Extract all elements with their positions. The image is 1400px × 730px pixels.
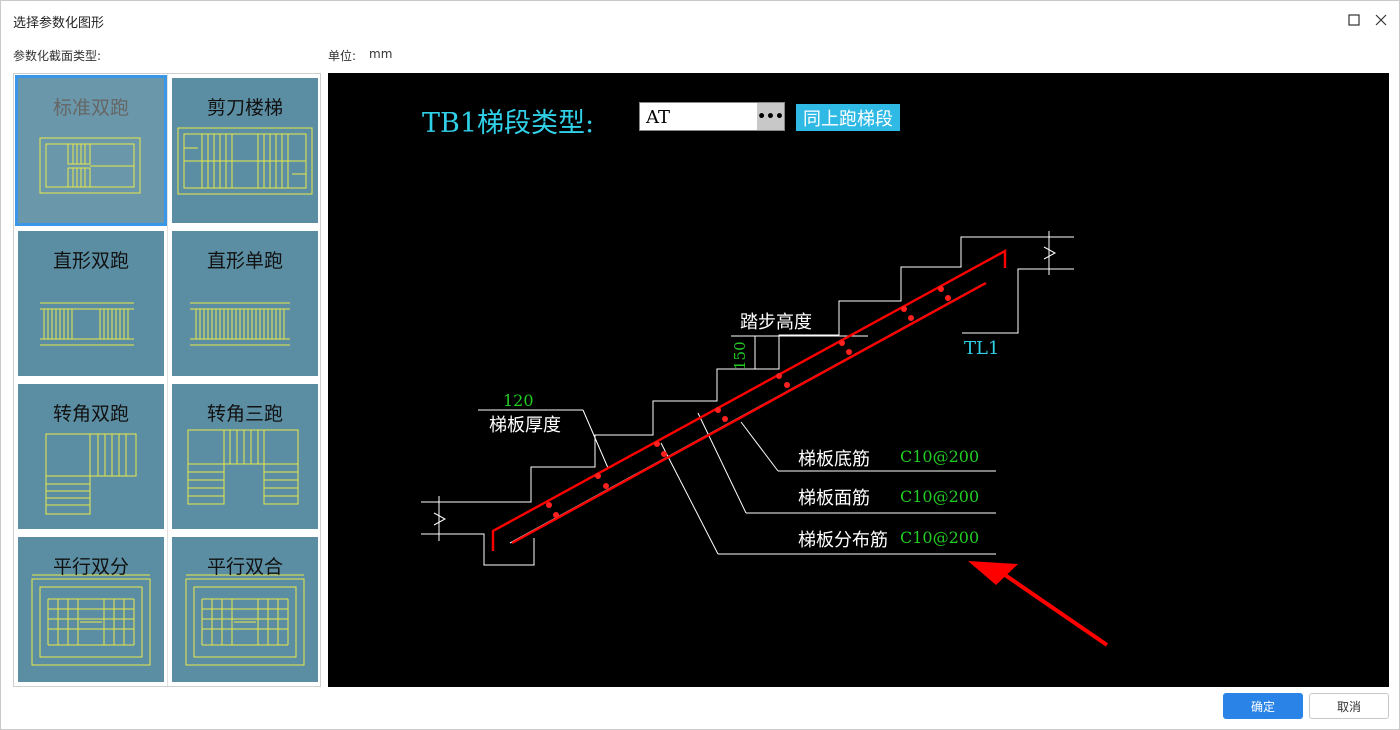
segment-type-heading: TB1梯段类型: (422, 108, 595, 139)
shape-straight-single-run[interactable]: 直形单跑 (172, 231, 318, 376)
shape-corner-triple-run[interactable]: 转角三跑 (172, 384, 318, 529)
shape-standard-double-run[interactable]: 标准双跑 (15, 75, 167, 226)
shape-gallery: 标准双跑 剪刀楼梯 直形双跑 直形单跑 转角双跑 转角三跑 平行双分 平行双合 (13, 73, 321, 687)
distribution-rebar-label: 梯板分布筋 (798, 530, 888, 551)
thumb-label: 转角双跑 (52, 403, 129, 425)
thumb-label: 平行双合 (206, 556, 283, 578)
step-height-label: 踏步高度 (740, 312, 812, 333)
ok-button[interactable]: 确定 (1223, 693, 1303, 719)
thumb-label: 标准双跑 (52, 97, 129, 119)
thickness-value: 120 (503, 391, 534, 410)
red-arrow-icon (968, 561, 1109, 647)
segment-type-value: AT (646, 107, 671, 128)
cad-preview-canvas: TB1梯段类型: AT ••• 同上跑梯段 120 梯板厚度 踏步高度 150 … (328, 73, 1389, 687)
thumb-label: 直形单跑 (206, 250, 283, 272)
maximize-icon[interactable] (1343, 9, 1365, 31)
cancel-button[interactable]: 取消 (1309, 693, 1389, 719)
thumb-label: 平行双分 (52, 556, 129, 578)
shape-corner-double-run[interactable]: 转角双跑 (18, 384, 164, 529)
stair-section-drawing (421, 231, 1109, 647)
thickness-label: 梯板厚度 (489, 415, 561, 436)
rebar-lines (491, 248, 1007, 551)
distribution-rebar-value[interactable]: C10@200 (900, 528, 979, 547)
segment-type-field[interactable]: AT ••• (639, 102, 785, 131)
top-rebar-value[interactable]: C10@200 (900, 487, 979, 506)
gallery-divider (167, 74, 168, 686)
unit-value: mm (369, 47, 393, 61)
title-bar: 选择参数化图形 (1, 1, 1399, 37)
bottom-rebar-label: 梯板底筋 (798, 449, 870, 470)
section-type-label: 参数化截面类型: (13, 49, 102, 63)
same-as-upper-run-button[interactable]: 同上跑梯段 (796, 104, 900, 131)
shape-straight-double-run[interactable]: 直形双跑 (18, 231, 164, 376)
step-height-value: 150 (731, 341, 749, 370)
segment-type-browse-button[interactable]: ••• (757, 103, 784, 130)
beam-label: TL1 (964, 338, 1000, 359)
unit-label: 单位: (328, 49, 357, 63)
shape-parallel-merge[interactable]: 平行双合 (172, 537, 318, 682)
top-rebar-label: 梯板面筋 (798, 488, 870, 509)
shape-scissor-stair[interactable]: 剪刀楼梯 (172, 78, 318, 223)
thumb-label: 转角三跑 (206, 403, 283, 425)
close-icon[interactable] (1370, 9, 1392, 31)
thumb-label: 剪刀楼梯 (206, 97, 283, 119)
dialog-window: 选择参数化图形 参数化截面类型: 单位: mm 标准双跑 剪刀楼梯 直形双跑 直… (0, 0, 1400, 730)
dialog-title: 选择参数化图形 (13, 16, 105, 31)
shape-parallel-split[interactable]: 平行双分 (18, 537, 164, 682)
bottom-rebar-value[interactable]: C10@200 (900, 447, 979, 466)
thumb-label: 直形双跑 (52, 250, 129, 272)
